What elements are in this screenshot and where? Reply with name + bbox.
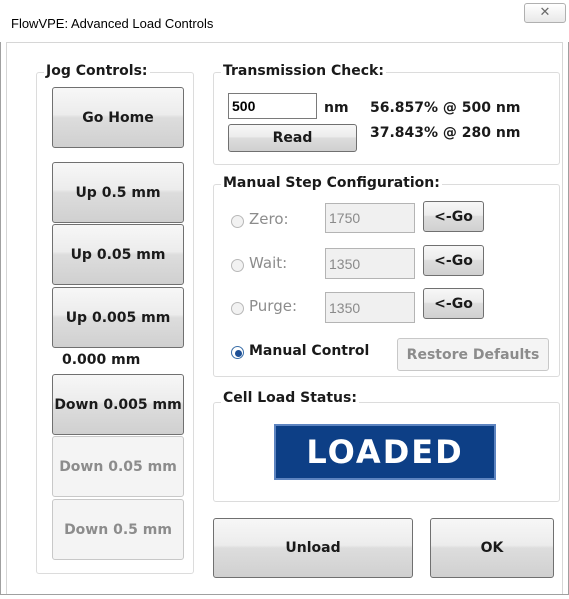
purge-radio[interactable] — [231, 302, 244, 315]
unload-button[interactable]: Unload — [213, 518, 413, 578]
purge-input[interactable] — [325, 292, 415, 323]
restore-defaults-label: Restore Defaults — [406, 346, 540, 363]
up-0-05-mm-label: Up 0.05 mm — [70, 246, 166, 263]
loaded-status-badge: LOADED — [274, 424, 496, 480]
loaded-status-text: LOADED — [306, 433, 464, 471]
manual-step-label: Manual Step Configuration: — [221, 175, 442, 191]
position-readout: 0.000 mm — [62, 352, 141, 368]
up-0-05-mm-button[interactable]: Up 0.05 mm — [52, 224, 184, 285]
zero-go-label: <-Go — [434, 208, 473, 225]
go-home-button[interactable]: Go Home — [52, 87, 184, 148]
up-0-005-mm-label: Up 0.005 mm — [65, 309, 171, 326]
window-bottom-border — [0, 594, 569, 599]
go-home-label: Go Home — [82, 109, 154, 126]
up-0-5-mm-label: Up 0.5 mm — [75, 184, 161, 201]
zero-go-button[interactable]: <-Go — [423, 201, 484, 232]
wait-go-label: <-Go — [434, 252, 473, 269]
ok-button[interactable]: OK — [430, 518, 554, 578]
manual-control-radio[interactable] — [231, 346, 244, 359]
unload-label: Unload — [285, 540, 341, 556]
close-icon: ✕ — [539, 5, 551, 20]
transmission-check-label: Transmission Check: — [221, 63, 386, 79]
down-0-005-mm-label: Down 0.005 mm — [54, 396, 182, 413]
zero-radio[interactable] — [231, 215, 244, 228]
purge-go-button[interactable]: <-Go — [423, 288, 484, 319]
up-0-5-mm-button[interactable]: Up 0.5 mm — [52, 162, 184, 223]
wait-go-button[interactable]: <-Go — [423, 245, 484, 276]
zero-input[interactable] — [325, 203, 415, 233]
ok-label: OK — [480, 540, 504, 556]
close-button[interactable]: ✕ — [524, 3, 566, 23]
read-label: Read — [272, 130, 313, 146]
wavelength-input[interactable] — [228, 93, 317, 119]
jog-controls-label: Jog Controls: — [44, 63, 150, 79]
wait-radio[interactable] — [231, 259, 244, 272]
wavelength-unit: nm — [324, 100, 349, 116]
down-0-5-mm-label: Down 0.5 mm — [64, 521, 172, 538]
purge-label: Purge: — [249, 297, 297, 315]
down-0-5-mm-button[interactable]: Down 0.5 mm — [52, 499, 184, 560]
down-0-05-mm-button[interactable]: Down 0.05 mm — [52, 436, 184, 497]
cell-load-status-label: Cell Load Status: — [221, 390, 359, 406]
read-button[interactable]: Read — [228, 124, 357, 152]
wait-label: Wait: — [249, 254, 288, 272]
up-0-005-mm-button[interactable]: Up 0.005 mm — [52, 287, 184, 348]
purge-go-label: <-Go — [434, 295, 473, 312]
down-0-005-mm-button[interactable]: Down 0.005 mm — [52, 374, 184, 435]
window-title: FlowVPE: Advanced Load Controls — [11, 16, 214, 31]
down-0-05-mm-label: Down 0.05 mm — [59, 458, 177, 475]
manual-control-label: Manual Control — [249, 343, 370, 359]
zero-label: Zero: — [249, 210, 289, 228]
wait-input[interactable] — [325, 248, 415, 279]
transmission-result-1: 56.857% @ 500 nm — [370, 100, 521, 116]
transmission-result-2: 37.843% @ 280 nm — [370, 125, 521, 141]
restore-defaults-button[interactable]: Restore Defaults — [397, 338, 549, 371]
